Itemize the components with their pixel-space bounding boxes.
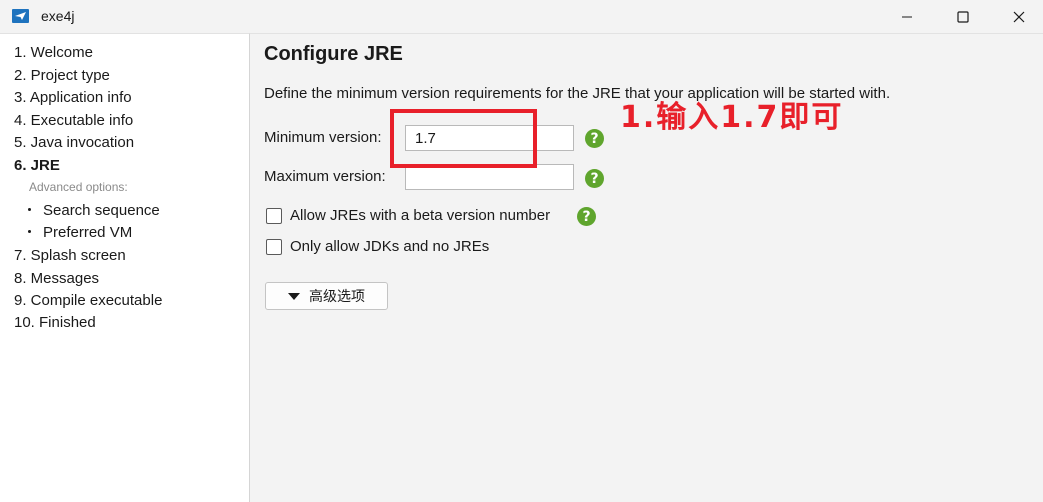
maximize-icon (957, 10, 969, 23)
sub-step-label: Preferred VM (43, 224, 133, 241)
only-jdks-checkbox[interactable] (266, 238, 282, 255)
window-title: exe4j (41, 8, 75, 24)
step-java-invocation[interactable]: 5. Java invocation (14, 134, 134, 151)
advanced-options-button-label: 高级选项 (309, 289, 365, 305)
step-executable-info[interactable]: 4. Executable info (14, 112, 133, 129)
advanced-options-label: Advanced options: (29, 180, 128, 194)
close-icon (1013, 11, 1025, 22)
step-finished[interactable]: 10. Finished (14, 314, 96, 331)
only-jdks-checkbox-row[interactable]: Only allow JDKs and no JREs (266, 238, 489, 255)
step-project-type[interactable]: 2. Project type (14, 67, 110, 84)
maximum-version-label: Maximum version: (264, 168, 386, 185)
page-title: Configure JRE (264, 43, 403, 65)
help-icon[interactable]: ? (585, 169, 604, 188)
only-jdks-label: Only allow JDKs and no JREs (290, 238, 490, 255)
minimum-version-label: Minimum version: (264, 129, 382, 146)
step-messages[interactable]: 8. Messages (14, 270, 99, 287)
sub-step-label: Search sequence (43, 202, 160, 219)
allow-beta-jre-label: Allow JREs with a beta version number (290, 207, 551, 224)
close-button[interactable] (996, 0, 1042, 33)
advanced-options-button[interactable]: 高级选项 (265, 282, 388, 310)
step-welcome[interactable]: 1. Welcome (14, 44, 93, 61)
minimize-icon (902, 16, 912, 17)
annotation-highlight-box (390, 109, 537, 168)
bullet-icon (28, 230, 31, 234)
allow-beta-jre-checkbox[interactable] (266, 207, 282, 224)
step-jre[interactable]: 6. JRE (14, 157, 60, 174)
title-bar: exe4j (0, 0, 1043, 33)
help-icon[interactable]: ? (585, 129, 604, 148)
bullet-icon (28, 208, 31, 212)
step-splash-screen[interactable]: 7. Splash screen (14, 247, 126, 264)
sub-step-search-sequence[interactable]: Search sequence (28, 202, 160, 219)
step-application-info[interactable]: 3. Application info (14, 89, 132, 106)
wizard-step-list: 1. Welcome 2. Project type 3. Applicatio… (0, 33, 250, 502)
maximize-button[interactable] (940, 0, 986, 33)
paper-plane-icon (12, 9, 29, 23)
allow-beta-jre-checkbox-row[interactable]: Allow JREs with a beta version number (266, 207, 550, 224)
step-compile-executable[interactable]: 9. Compile executable (14, 292, 162, 309)
minimize-button[interactable] (884, 0, 930, 33)
annotation-text: 1.输入1.7即可 (620, 100, 844, 135)
sub-step-preferred-vm[interactable]: Preferred VM (28, 224, 132, 241)
triangle-down-icon (288, 292, 300, 300)
help-icon[interactable]: ? (577, 207, 596, 226)
